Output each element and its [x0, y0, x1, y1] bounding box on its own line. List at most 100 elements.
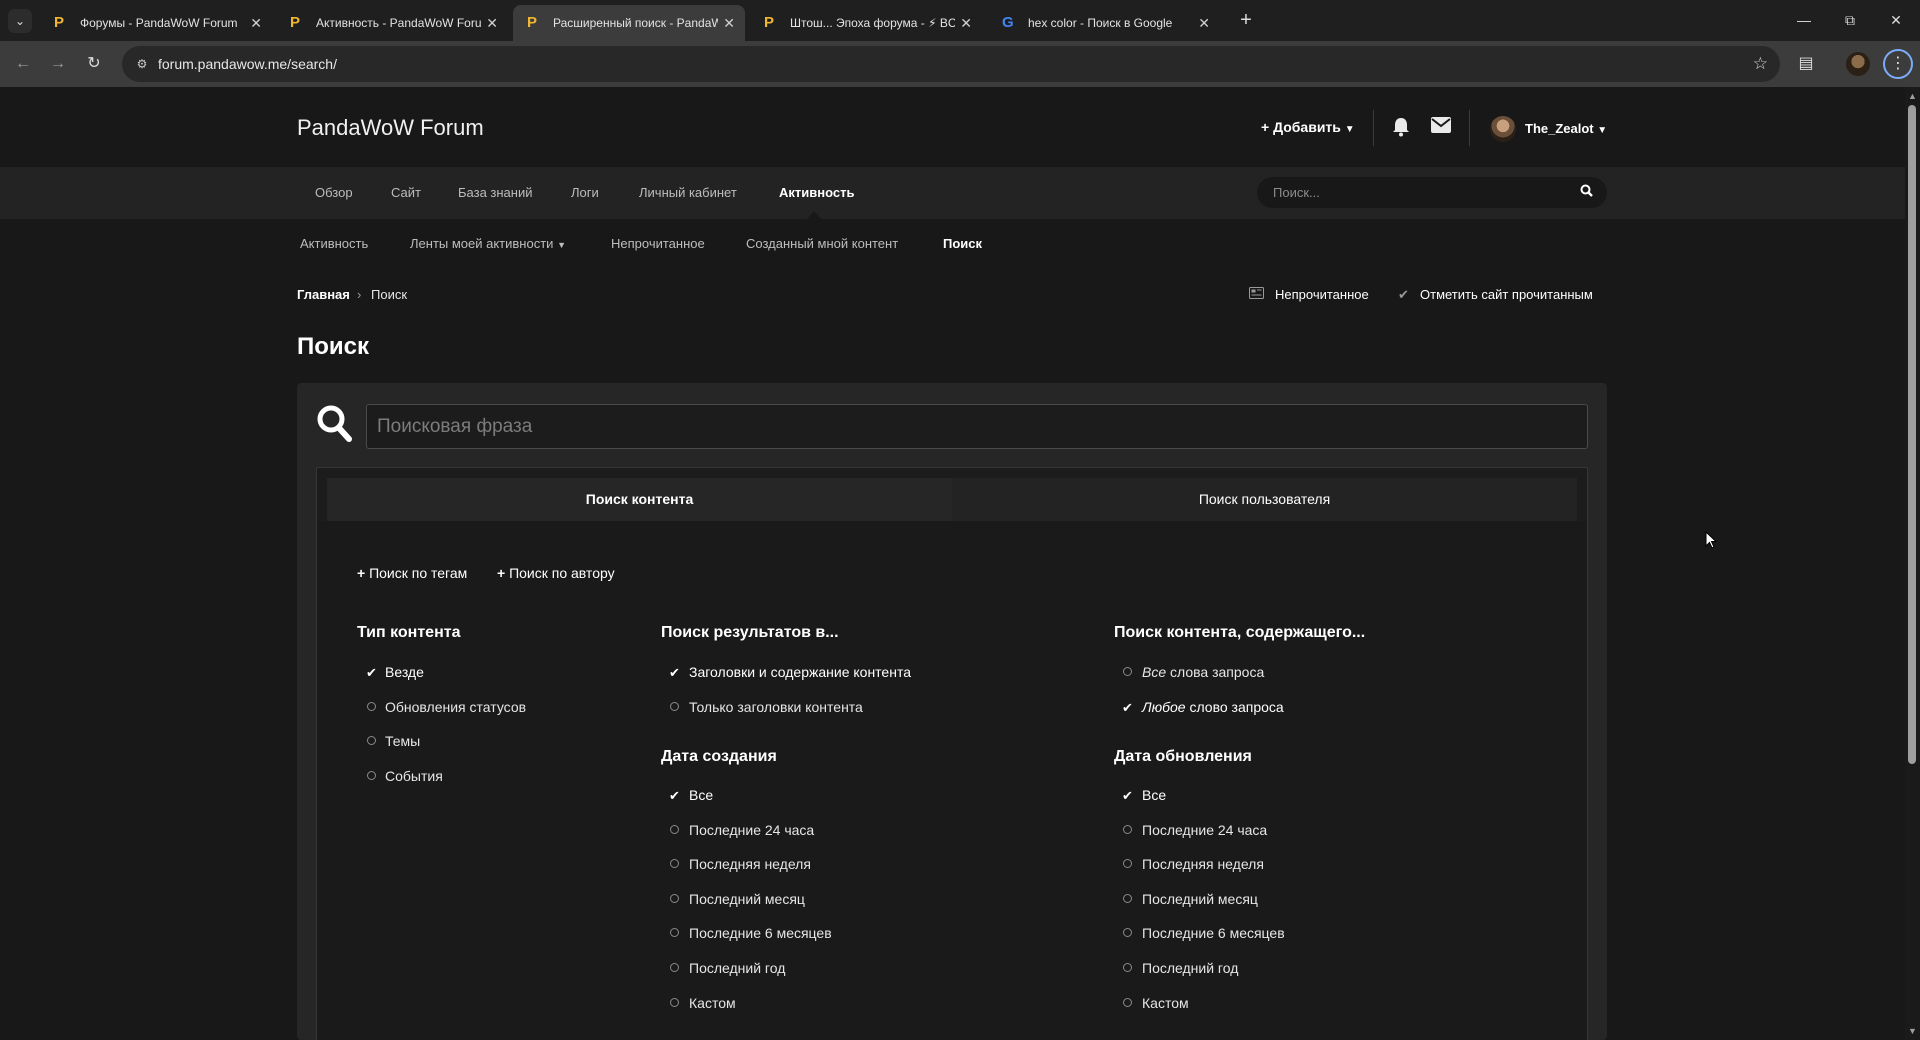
option-label[interactable]: Последний год — [1142, 960, 1238, 976]
checkmark-icon[interactable]: ✔ — [669, 788, 680, 804]
checkmark-icon[interactable]: ✔ — [1122, 700, 1133, 716]
nav-item-knowledge-base[interactable]: База знаний — [458, 185, 533, 200]
close-tab-icon[interactable]: ✕ — [1198, 5, 1210, 41]
option-label[interactable]: Везде — [385, 664, 424, 680]
option-label[interactable]: Все слова запроса — [1142, 664, 1264, 680]
radio-button[interactable] — [670, 824, 679, 834]
bookmark-star-icon[interactable]: ☆ — [1753, 46, 1768, 82]
scrollbar-thumb[interactable] — [1908, 105, 1916, 764]
breadcrumb-home[interactable]: Главная — [297, 287, 350, 302]
radio-button[interactable] — [367, 701, 376, 711]
checkmark-icon[interactable]: ✔ — [669, 665, 680, 681]
forward-arrow-icon[interactable]: → — [44, 50, 72, 78]
caret-down-icon: ▼ — [1344, 124, 1355, 135]
nav-item-account[interactable]: Личный кабинет — [639, 185, 737, 200]
subnav-unread[interactable]: Непрочитанное — [611, 236, 705, 251]
option-label[interactable]: Последний месяц — [1142, 891, 1258, 907]
browser-tab-3-active[interactable]: P Расширенный поиск - PandaWoW Forum ✕ — [513, 5, 745, 41]
site-search-input[interactable]: Поиск... — [1257, 177, 1607, 208]
radio-button[interactable] — [1123, 824, 1132, 834]
url-text[interactable]: forum.pandawow.me/search/ — [158, 46, 337, 82]
radio-button[interactable] — [670, 893, 679, 903]
radio-button[interactable] — [1123, 997, 1132, 1007]
mark-site-read-link[interactable]: Отметить сайт прочитанным — [1420, 287, 1593, 302]
main-navbar — [0, 167, 1905, 219]
content-type-title: Тип контента — [357, 624, 461, 641]
option-label[interactable]: Все — [689, 787, 713, 803]
radio-button[interactable] — [367, 770, 376, 780]
close-window-icon[interactable]: ✕ — [1866, 0, 1920, 40]
option-label[interactable]: Только заголовки контента — [689, 699, 863, 715]
add-content-button[interactable]: + Добавить ▼ — [1261, 119, 1355, 135]
site-logo[interactable]: PandaWoW Forum — [297, 115, 484, 141]
subnav-my-content[interactable]: Созданный мной контент — [746, 236, 898, 251]
back-arrow-icon[interactable]: ← — [9, 50, 37, 78]
subnav-my-feeds[interactable]: Ленты моей активности ▼ — [410, 236, 566, 251]
radio-button[interactable] — [670, 701, 679, 711]
option-label[interactable]: Последний месяц — [689, 891, 805, 907]
option-label[interactable]: Все — [1142, 787, 1166, 803]
option-label[interactable]: События — [385, 768, 443, 784]
site-info-icon[interactable]: ⚙ — [132, 54, 152, 74]
nav-item-overview[interactable]: Обзор — [315, 185, 353, 200]
address-bar[interactable]: ⚙ forum.pandawow.me/search/ ☆ — [122, 46, 1780, 82]
kebab-menu-icon[interactable]: ⋮ — [1883, 49, 1913, 79]
scroll-down-arrow-icon[interactable]: ▼ — [1905, 1024, 1920, 1039]
option-label[interactable]: Последние 24 часа — [1142, 822, 1267, 838]
browser-profile-avatar[interactable] — [1846, 52, 1870, 76]
browser-tab-4[interactable]: P Штош... Эпоха форума - ⚡ BC ✕ — [750, 5, 982, 41]
option-label[interactable]: Кастом — [689, 995, 736, 1011]
subnav-search[interactable]: Поиск — [943, 236, 982, 251]
new-tab-plus-icon[interactable]: + — [1232, 6, 1260, 34]
envelope-icon[interactable] — [1431, 117, 1451, 139]
nav-item-logs[interactable]: Логи — [571, 185, 599, 200]
search-by-tags-link[interactable]: + Поиск по тегам — [357, 565, 467, 581]
browser-tab-2[interactable]: P Активность - PandaWoW Forum ✕ — [276, 5, 508, 41]
option-label[interactable]: Темы — [385, 733, 420, 749]
tab-title: hex color - Поиск в Google — [1028, 16, 1173, 30]
tab-user-search[interactable]: Поиск пользователя — [952, 478, 1577, 521]
subnav-activity[interactable]: Активность — [300, 236, 368, 251]
reload-icon[interactable]: ↻ — [80, 50, 108, 78]
close-tab-icon[interactable]: ✕ — [723, 5, 735, 41]
radio-button[interactable] — [670, 963, 679, 972]
option-label[interactable]: Обновления статусов — [385, 699, 526, 715]
checkmark-icon[interactable]: ✔ — [1122, 788, 1133, 804]
close-tab-icon[interactable]: ✕ — [960, 5, 972, 41]
nav-item-site[interactable]: Сайт — [391, 185, 421, 200]
option-label[interactable]: Последний год — [689, 960, 785, 976]
option-label[interactable]: Любое слово запроса — [1142, 699, 1284, 715]
radio-button[interactable] — [1123, 963, 1132, 972]
option-label[interactable]: Кастом — [1142, 995, 1189, 1011]
search-by-author-link[interactable]: + Поиск по автору — [497, 565, 615, 581]
search-icon[interactable] — [1580, 177, 1593, 208]
option-label[interactable]: Последние 6 месяцев — [1142, 925, 1285, 941]
search-icon — [316, 403, 352, 443]
checkmark-icon[interactable]: ✔ — [366, 665, 377, 681]
radio-button[interactable] — [1123, 667, 1132, 676]
browser-tab-1[interactable]: P Форумы - PandaWoW Forum ✕ — [40, 5, 272, 41]
extensions-puzzle-icon[interactable]: ▤ — [1792, 50, 1820, 78]
bell-icon[interactable] — [1392, 117, 1410, 143]
tab-content-search[interactable]: Поиск контента — [327, 478, 952, 521]
active-nav-caret — [807, 211, 821, 219]
user-avatar[interactable] — [1490, 116, 1516, 142]
user-menu-button[interactable]: The_Zealot ▼ — [1525, 121, 1607, 136]
mouse-cursor-icon — [1705, 530, 1718, 549]
close-tab-icon[interactable]: ✕ — [250, 5, 262, 41]
option-label[interactable]: Последние 24 часа — [689, 822, 814, 838]
browser-tab-5[interactable]: G hex color - Поиск в Google ✕ — [988, 5, 1220, 41]
close-tab-icon[interactable]: ✕ — [486, 5, 498, 41]
nav-item-activity[interactable]: Активность — [779, 185, 854, 200]
tab-search-chevron-icon[interactable]: ⌄ — [8, 9, 32, 33]
search-phrase-input[interactable] — [366, 404, 1588, 449]
option-label[interactable]: Последняя неделя — [689, 856, 811, 872]
radio-button[interactable] — [367, 736, 376, 745]
option-label[interactable]: Последняя неделя — [1142, 856, 1264, 872]
radio-button[interactable] — [1123, 893, 1132, 903]
unread-link[interactable]: Непрочитанное — [1275, 287, 1369, 302]
option-label[interactable]: Последние 6 месяцев — [689, 925, 832, 941]
scroll-up-arrow-icon[interactable]: ▲ — [1905, 89, 1920, 104]
option-label[interactable]: Заголовки и содержание контента — [689, 664, 911, 680]
radio-button[interactable] — [670, 997, 679, 1007]
